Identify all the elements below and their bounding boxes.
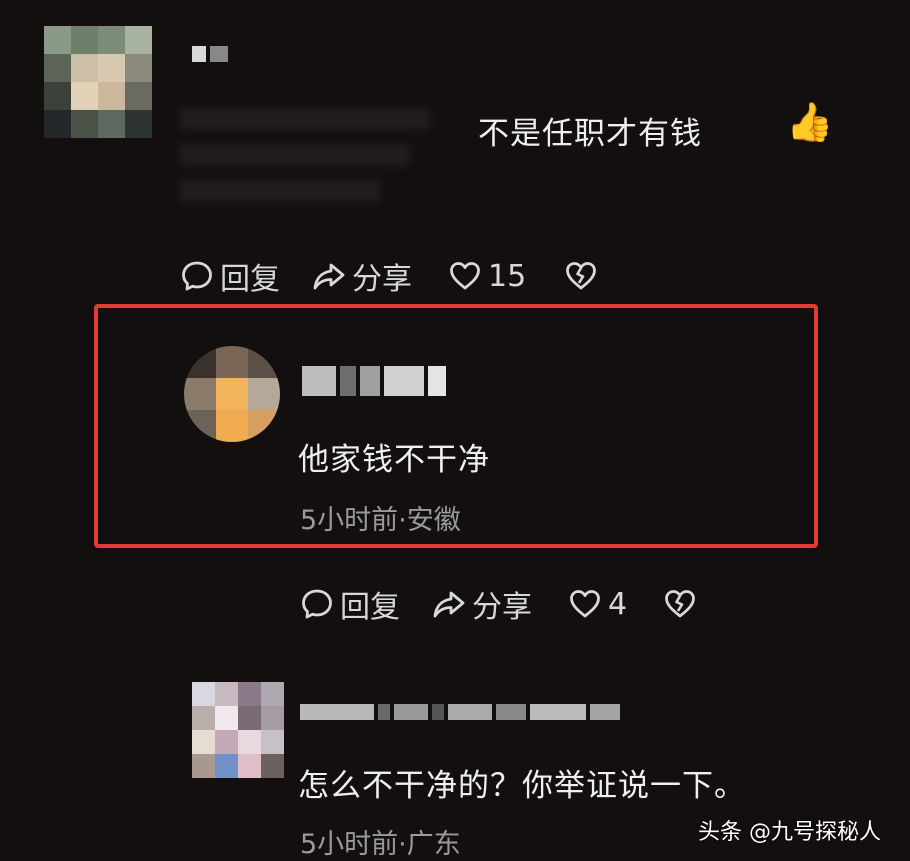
share-arrow-icon (433, 591, 465, 618)
share-label: 分享 (352, 262, 412, 297)
comment-action-bar: 回复 分享 4 (300, 582, 780, 626)
avatar[interactable] (192, 682, 284, 778)
reply-label: 回复 (220, 262, 280, 297)
thumbs-up-emoji: 👍 (786, 100, 834, 144)
comment-action-bar: 回复 分享 15 (180, 254, 680, 298)
comment-text: 不是任职才有钱 (478, 116, 702, 152)
share-button[interactable]: 分享 (432, 582, 532, 626)
username-blurred[interactable] (192, 46, 228, 62)
like-count: 4 (608, 586, 628, 622)
like-count: 15 (488, 258, 527, 294)
comment-meta: 5小时前·安徽 (300, 505, 461, 536)
dislike-button[interactable] (564, 259, 598, 293)
reply-button[interactable]: 回复 (180, 254, 280, 298)
reply-button[interactable]: 回复 (300, 582, 400, 626)
username-blurred[interactable] (302, 366, 446, 396)
avatar[interactable] (44, 26, 152, 138)
heart-outline-icon (570, 590, 600, 618)
share-label: 分享 (472, 590, 532, 625)
watermark: 头条 @九号探秘人 (698, 820, 881, 845)
avatar[interactable] (184, 346, 280, 442)
blurred-comment-text (180, 108, 440, 202)
reply-label: 回复 (340, 590, 400, 625)
heart-outline-icon (450, 262, 480, 290)
like-button[interactable]: 15 (448, 259, 526, 294)
share-arrow-icon (313, 263, 345, 290)
share-button[interactable]: 分享 (312, 254, 412, 298)
comment-meta: 5小时前·广东 (300, 829, 461, 860)
comment-bubble-icon (302, 589, 332, 619)
comment-text: 怎么不干净的？你举证说一下。 (298, 768, 746, 804)
comment-bubble-icon (182, 261, 212, 291)
broken-heart-icon (665, 590, 695, 618)
dislike-button[interactable] (663, 587, 697, 621)
comment-text: 他家钱不干净 (298, 442, 490, 478)
like-button[interactable]: 4 (568, 587, 627, 622)
username-blurred[interactable] (300, 704, 620, 720)
broken-heart-icon (566, 262, 597, 290)
